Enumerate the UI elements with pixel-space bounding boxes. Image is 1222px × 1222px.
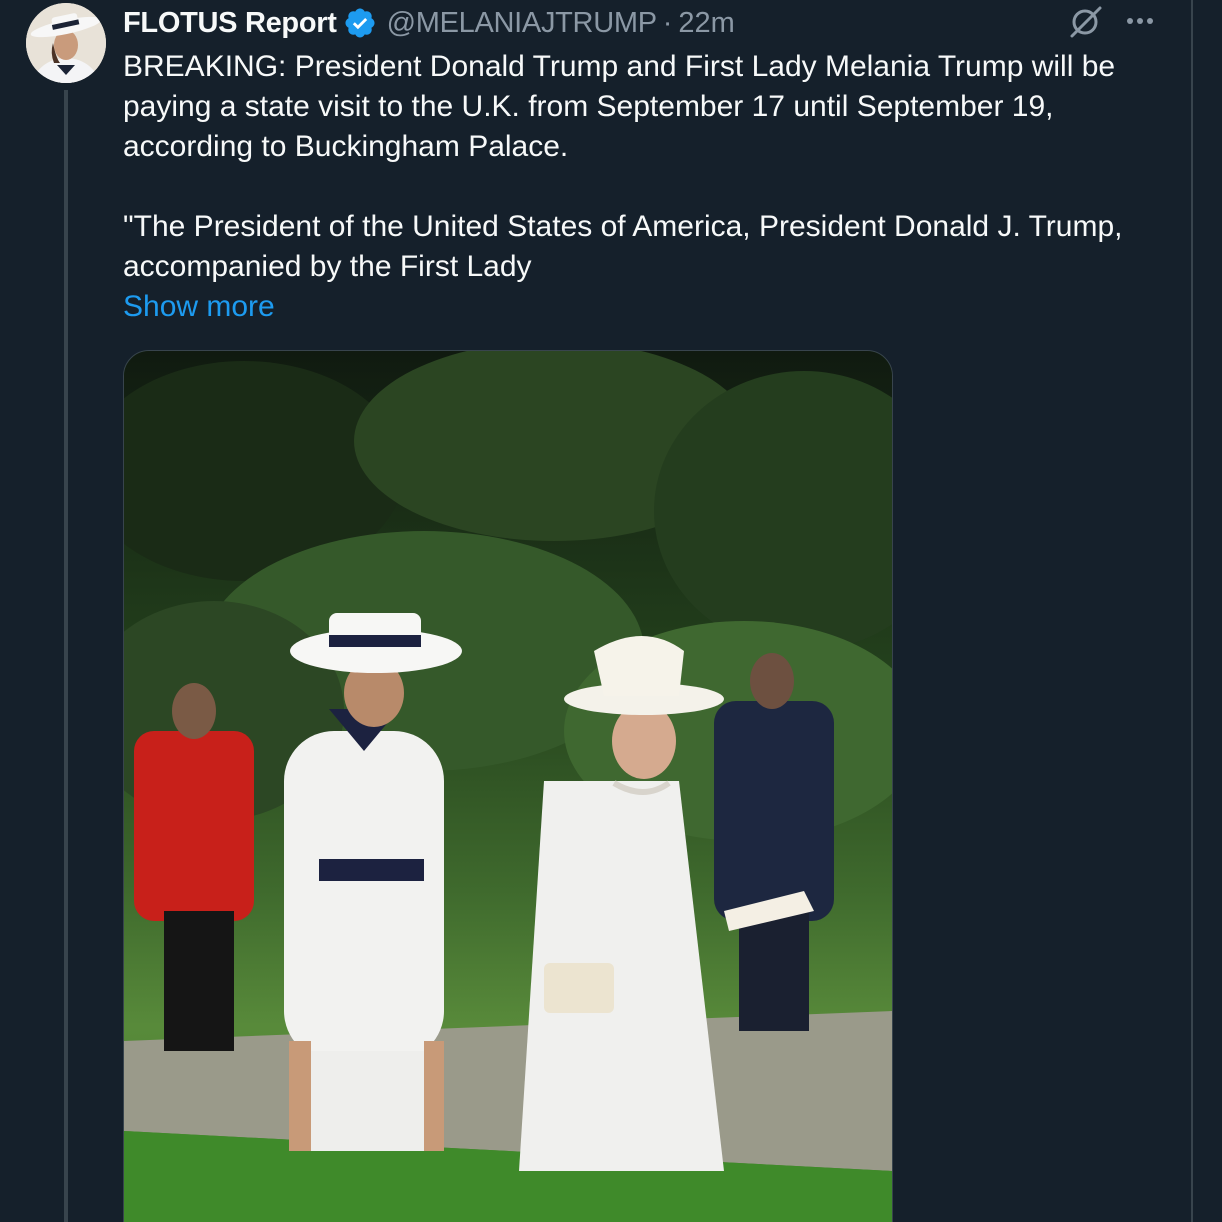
- thread-connector-line: [64, 90, 68, 1222]
- verified-badge-icon[interactable]: [343, 6, 377, 40]
- tweet-page: FLOTUS Report @MELANIAJTRUMP · 22m BREAK…: [0, 0, 1222, 1222]
- user-handle[interactable]: @MELANIAJTRUMP: [387, 7, 657, 40]
- tweet-paragraph: BREAKING: President Donald Trump and Fir…: [123, 50, 1116, 163]
- timestamp[interactable]: 22m: [678, 7, 734, 40]
- grok-icon[interactable]: [1068, 4, 1104, 40]
- tweet-text: BREAKING: President Donald Trump and Fir…: [123, 47, 1173, 287]
- tweet-photo[interactable]: [123, 350, 893, 1222]
- more-icon[interactable]: [1122, 6, 1158, 36]
- tweet-header: FLOTUS Report @MELANIAJTRUMP · 22m: [123, 4, 735, 42]
- separator-dot: ·: [662, 6, 673, 39]
- column-border: [1191, 0, 1193, 1222]
- tweet-paragraph: "The President of the United States of A…: [123, 210, 1123, 283]
- avatar[interactable]: [26, 3, 106, 83]
- display-name[interactable]: FLOTUS Report: [123, 7, 337, 40]
- show-more-link[interactable]: Show more: [123, 287, 275, 327]
